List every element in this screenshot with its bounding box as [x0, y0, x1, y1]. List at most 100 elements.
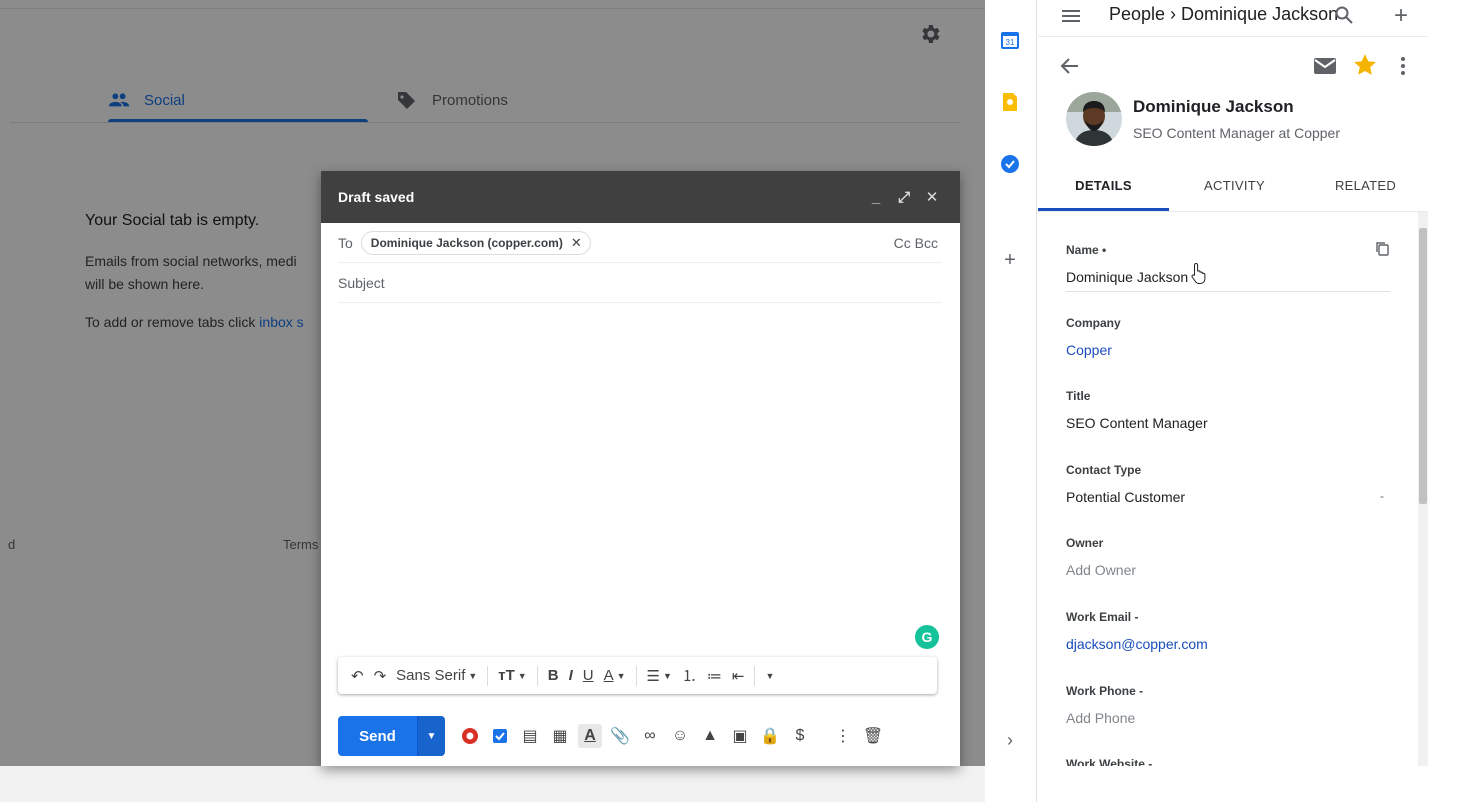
expand-panel-icon[interactable]: ›	[1000, 730, 1020, 750]
field-company[interactable]: Company Copper	[1066, 316, 1390, 358]
field-work-email[interactable]: Work Email - djackson@copper.com	[1066, 610, 1390, 652]
breadcrumb[interactable]: People › Dominique Jackson	[1109, 4, 1338, 25]
bold-icon[interactable]: B	[548, 667, 559, 684]
toolbar-divider	[536, 665, 538, 686]
calendar-day: 31	[1006, 38, 1015, 47]
more-options-icon[interactable]: ⋮	[831, 724, 855, 748]
tab-promotions[interactable]: Promotions	[396, 78, 508, 122]
field-label: Work Phone -	[1066, 684, 1144, 698]
copy-icon[interactable]	[1375, 241, 1389, 256]
copper-side-panel: People › Dominique Jackson + Dominique J…	[1038, 0, 1428, 766]
remove-recipient-icon[interactable]: ✕	[571, 235, 582, 251]
email-icon[interactable]	[1313, 56, 1337, 76]
tab-activity[interactable]: ACTIVITY	[1169, 174, 1300, 211]
send-button[interactable]: Send	[338, 716, 417, 756]
drive-icon[interactable]: ▲	[698, 724, 722, 748]
page-bottom-area	[0, 766, 985, 802]
dollar-icon[interactable]: $	[788, 724, 812, 748]
work-email-link[interactable]: djackson@copper.com	[1066, 636, 1390, 652]
template-icon[interactable]: ▤	[518, 724, 542, 748]
field-work-phone[interactable]: Work Phone - Add Phone	[1066, 684, 1390, 726]
people-icon	[108, 93, 130, 107]
italic-icon[interactable]: I	[569, 667, 573, 684]
add-addon-icon[interactable]: +	[1000, 250, 1020, 270]
scrollbar-thumb[interactable]	[1419, 228, 1427, 504]
formatting-options-icon[interactable]: A	[578, 724, 602, 748]
tab-social[interactable]: Social	[108, 78, 368, 122]
field-title[interactable]: Title SEO Content Manager	[1066, 389, 1390, 431]
top-divider	[0, 8, 985, 9]
field-owner[interactable]: Owner Add Owner	[1066, 536, 1390, 578]
indent-icon[interactable]: ⇤	[732, 667, 745, 685]
font-select-value: Sans Serif	[396, 667, 466, 684]
send-options-icon[interactable]: ▼	[417, 716, 445, 756]
field-value: Potential Customer	[1066, 489, 1186, 505]
footer-text: d	[8, 537, 16, 552]
inbox-settings-link[interactable]: inbox s	[259, 314, 303, 330]
calendar-icon[interactable]: ▦	[548, 724, 572, 748]
discard-draft-icon[interactable]: 🗑	[861, 724, 885, 748]
search-icon[interactable]	[1334, 5, 1354, 25]
keep-app-icon[interactable]	[1000, 92, 1020, 112]
minimize-icon[interactable]: _	[865, 186, 887, 208]
subject-input[interactable]: Subject	[338, 263, 942, 303]
add-icon[interactable]: +	[1394, 2, 1408, 30]
confidential-mode-icon[interactable]: 🔒	[758, 724, 782, 748]
tab-promotions-label: Promotions	[432, 91, 508, 109]
redo-icon[interactable]: ↷	[374, 667, 387, 685]
field-label: Work Email -	[1066, 610, 1139, 624]
toolbar-divider	[635, 665, 637, 686]
font-size-icon[interactable]: ᴛT ▼	[498, 667, 526, 684]
image-icon[interactable]: ▣	[728, 724, 752, 748]
align-icon[interactable]: ☰ ▼	[647, 667, 672, 685]
tab-related[interactable]: RELATED	[1300, 174, 1428, 211]
tabs-divider	[10, 122, 960, 123]
person-name: Dominique Jackson	[1133, 97, 1294, 116]
tab-related-label: RELATED	[1334, 178, 1397, 193]
recipient-chip[interactable]: Dominique Jackson (copper.com) ✕	[360, 230, 591, 255]
tab-details-label: DETAILS	[1075, 178, 1132, 193]
add-owner-placeholder[interactable]: Add Owner	[1066, 562, 1390, 578]
empty-state-title: Your Social tab is empty.	[85, 212, 260, 229]
tab-details[interactable]: DETAILS	[1038, 174, 1169, 211]
field-name[interactable]: Name • Dominique Jackson	[1066, 243, 1390, 285]
star-icon[interactable]	[1352, 52, 1378, 78]
checkbox-icon[interactable]	[488, 724, 512, 748]
panel-bottom-area	[1038, 766, 1428, 802]
contact-type-dropdown-indicator[interactable]: -	[1380, 489, 1384, 503]
attach-icon[interactable]: 📎	[608, 724, 632, 748]
numbered-list-icon[interactable]: ⒈	[682, 665, 697, 686]
right-margin	[1428, 0, 1457, 802]
more-vert-icon[interactable]	[1396, 54, 1410, 78]
compose-header[interactable]: Draft saved _ ⤢ ✕	[321, 171, 960, 223]
bulleted-list-icon[interactable]: ≔	[707, 667, 722, 685]
underline-icon[interactable]: U	[583, 667, 594, 684]
field-divider	[1066, 291, 1390, 292]
expand-icon[interactable]: ⤢	[893, 186, 915, 208]
undo-icon[interactable]: ↶	[351, 667, 364, 685]
cc-bcc-link[interactable]: Cc Bcc	[894, 235, 938, 251]
add-phone-placeholder[interactable]: Add Phone	[1066, 710, 1390, 726]
panel-header: People › Dominique Jackson +	[1038, 0, 1428, 37]
more-formatting-icon[interactable]: ▼	[765, 671, 774, 681]
menu-icon[interactable]	[1060, 6, 1082, 26]
link-icon[interactable]: ∞	[638, 724, 662, 748]
grammarly-icon[interactable]: G	[915, 625, 939, 649]
settings-gear-icon[interactable]	[918, 22, 942, 46]
emoji-icon[interactable]: ☺	[668, 724, 692, 748]
field-work-website[interactable]: Work Website -	[1066, 757, 1390, 766]
footer-terms-link[interactable]: Terms	[283, 537, 318, 552]
avatar	[1066, 92, 1122, 146]
copper-tracking-icon[interactable]	[458, 724, 482, 748]
text-color-icon[interactable]: A ▼	[604, 667, 626, 684]
field-label: Company	[1066, 316, 1121, 330]
tasks-app-icon[interactable]	[1000, 154, 1020, 174]
company-link[interactable]: Copper	[1066, 342, 1390, 358]
font-select[interactable]: Sans Serif ▼	[396, 667, 477, 684]
field-contact-type[interactable]: Contact Type Potential Customer	[1066, 463, 1390, 505]
compose-bottom-toolbar: Send ▼ ▤ ▦ A 📎 ∞ ☺ ▲ ▣ 🔒 $ ⋮ 🗑	[338, 716, 948, 756]
close-icon[interactable]: ✕	[921, 186, 943, 208]
back-arrow-icon[interactable]	[1058, 54, 1082, 78]
to-row[interactable]: To Dominique Jackson (copper.com) ✕ Cc B…	[338, 223, 942, 263]
calendar-app-icon[interactable]: 31	[1000, 30, 1020, 50]
